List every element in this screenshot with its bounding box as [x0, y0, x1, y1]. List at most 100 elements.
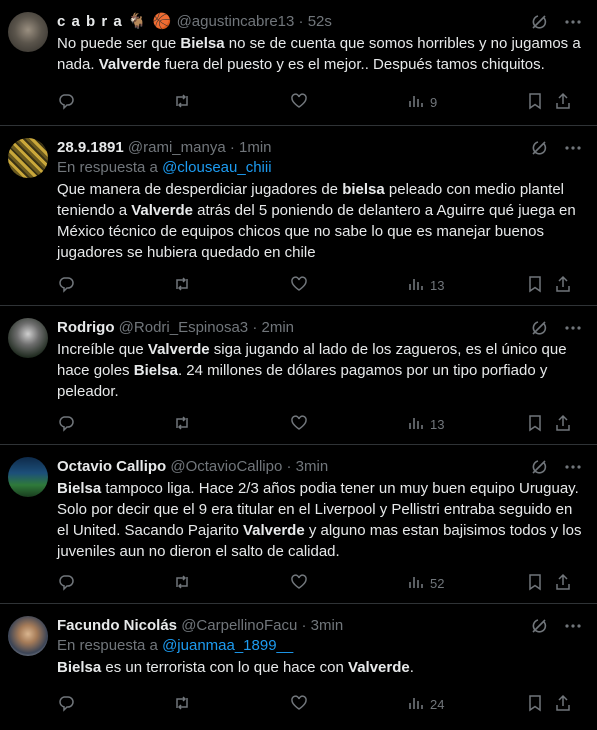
retweet-button[interactable] — [173, 694, 191, 714]
grok-icon[interactable] — [529, 457, 549, 477]
tweet-text: Bielsa tampoco liga. Hace 2/3 años podia… — [57, 478, 583, 562]
heart-icon — [290, 414, 308, 435]
share-icon — [554, 573, 572, 594]
bookmark-icon — [526, 92, 544, 113]
views-button[interactable]: 24 — [407, 694, 444, 714]
reply-context: En respuesta a @clouseau_chiii — [57, 158, 583, 178]
like-button[interactable] — [290, 414, 308, 434]
tweet-time[interactable]: 52s — [308, 13, 332, 30]
author-name[interactable]: Rodrigo — [57, 319, 115, 336]
retweet-button[interactable] — [173, 275, 191, 295]
bookmark-button[interactable] — [526, 573, 544, 593]
highlighted-keyword: Bielsa — [133, 362, 178, 379]
text-segment: Increíble que — [57, 341, 148, 358]
view-count: 13 — [430, 416, 445, 432]
grok-icon[interactable] — [529, 138, 549, 158]
reply-button[interactable] — [57, 694, 75, 714]
reply-prefix: En respuesta a — [57, 159, 158, 176]
author-handle[interactable]: @agustincabre13 — [177, 13, 295, 30]
separator-dot: · — [252, 319, 258, 336]
tweet-header: c a b r a 🐐 🏀 @agustincabre13 · 52s — [57, 12, 583, 32]
more-options-icon[interactable] — [563, 457, 583, 477]
reply-icon — [57, 694, 75, 715]
like-button[interactable] — [290, 573, 308, 593]
bookmark-button[interactable] — [526, 92, 544, 112]
highlighted-keyword: Valverde — [147, 341, 210, 358]
view-count: 24 — [430, 696, 445, 712]
author-name[interactable]: c a b r a 🐐 🏀 — [57, 13, 172, 30]
author-handle[interactable]: @CarpellinoFacu — [181, 617, 297, 634]
retweet-button[interactable] — [173, 414, 191, 434]
author-name[interactable]: Octavio Callipo — [57, 458, 166, 475]
retweet-button[interactable] — [173, 92, 191, 112]
tweet-actions: 52 — [57, 573, 583, 593]
bookmark-button[interactable] — [526, 414, 544, 434]
reply-icon — [57, 573, 75, 594]
tweet[interactable]: Octavio Callipo @OctavioCallipo · 3min B… — [0, 445, 597, 604]
retweet-icon — [173, 573, 191, 594]
reply-button[interactable] — [57, 275, 75, 295]
separator-dot: · — [229, 139, 235, 156]
tweet[interactable]: Rodrigo @Rodri_Espinosa3 · 2min Increíbl… — [0, 306, 597, 445]
retweet-button[interactable] — [173, 573, 191, 593]
bookmark-button[interactable] — [526, 694, 544, 714]
grok-icon[interactable] — [529, 616, 549, 636]
reply-button[interactable] — [57, 92, 75, 112]
views-icon — [407, 694, 425, 715]
share-button[interactable] — [554, 414, 572, 434]
views-button[interactable]: 13 — [407, 414, 444, 434]
tweet-actions: 24 — [57, 694, 583, 714]
avatar[interactable] — [8, 318, 48, 358]
views-button[interactable]: 13 — [407, 275, 444, 295]
tweet-time[interactable]: 3min — [296, 458, 329, 475]
share-button[interactable] — [554, 573, 572, 593]
more-options-icon[interactable] — [563, 138, 583, 158]
reply-icon — [57, 414, 75, 435]
avatar[interactable] — [8, 457, 48, 497]
tweet-text: No puede ser que Bielsa no se de cuenta … — [57, 33, 583, 75]
views-icon — [407, 275, 425, 296]
more-options-icon[interactable] — [563, 616, 583, 636]
share-button[interactable] — [554, 694, 572, 714]
text-segment: es un terrorista con lo que hace con — [101, 659, 349, 676]
share-button[interactable] — [554, 92, 572, 112]
tweet[interactable]: 28.9.1891 @rami_manya · 1min En respuest… — [0, 126, 597, 306]
bookmark-button[interactable] — [526, 275, 544, 295]
reply-mention-link[interactable]: @juanmaa_1899__ — [162, 637, 293, 654]
author-handle[interactable]: @Rodri_Espinosa3 — [119, 319, 248, 336]
more-options-icon[interactable] — [563, 318, 583, 338]
share-button[interactable] — [554, 275, 572, 295]
grok-icon[interactable] — [529, 12, 549, 32]
author-handle[interactable]: @OctavioCallipo — [170, 458, 282, 475]
avatar[interactable] — [8, 12, 48, 52]
tweet-time[interactable]: 3min — [311, 617, 344, 634]
avatar[interactable] — [8, 616, 48, 656]
tweet-actions: 13 — [57, 275, 583, 295]
share-icon — [554, 275, 572, 296]
author-name[interactable]: Facundo Nicolás — [57, 617, 177, 634]
view-count: 52 — [430, 575, 445, 591]
tweet[interactable]: c a b r a 🐐 🏀 @agustincabre13 · 52s No p… — [0, 0, 597, 126]
tweet[interactable]: Facundo Nicolás @CarpellinoFacu · 3min E… — [0, 604, 597, 730]
tweet-time[interactable]: 1min — [239, 139, 272, 156]
highlighted-keyword: Bielsa — [57, 659, 102, 676]
reply-mention-link[interactable]: @clouseau_chiii — [162, 159, 271, 176]
more-options-icon[interactable] — [563, 12, 583, 32]
author-handle[interactable]: @rami_manya — [128, 139, 226, 156]
like-button[interactable] — [290, 275, 308, 295]
tweet-time[interactable]: 2min — [261, 319, 294, 336]
avatar[interactable] — [8, 138, 48, 178]
like-button[interactable] — [290, 694, 308, 714]
highlighted-keyword: Bielsa — [57, 480, 102, 497]
views-button[interactable]: 9 — [407, 92, 437, 112]
separator-dot: · — [301, 617, 307, 634]
author-name[interactable]: 28.9.1891 — [57, 139, 124, 156]
reply-button[interactable] — [57, 573, 75, 593]
separator-dot: · — [286, 458, 292, 475]
like-button[interactable] — [290, 92, 308, 112]
views-button[interactable]: 52 — [407, 573, 444, 593]
highlighted-keyword: Valverde — [131, 202, 193, 219]
tweet-header: 28.9.1891 @rami_manya · 1min — [57, 138, 583, 158]
reply-button[interactable] — [57, 414, 75, 434]
grok-icon[interactable] — [529, 318, 549, 338]
